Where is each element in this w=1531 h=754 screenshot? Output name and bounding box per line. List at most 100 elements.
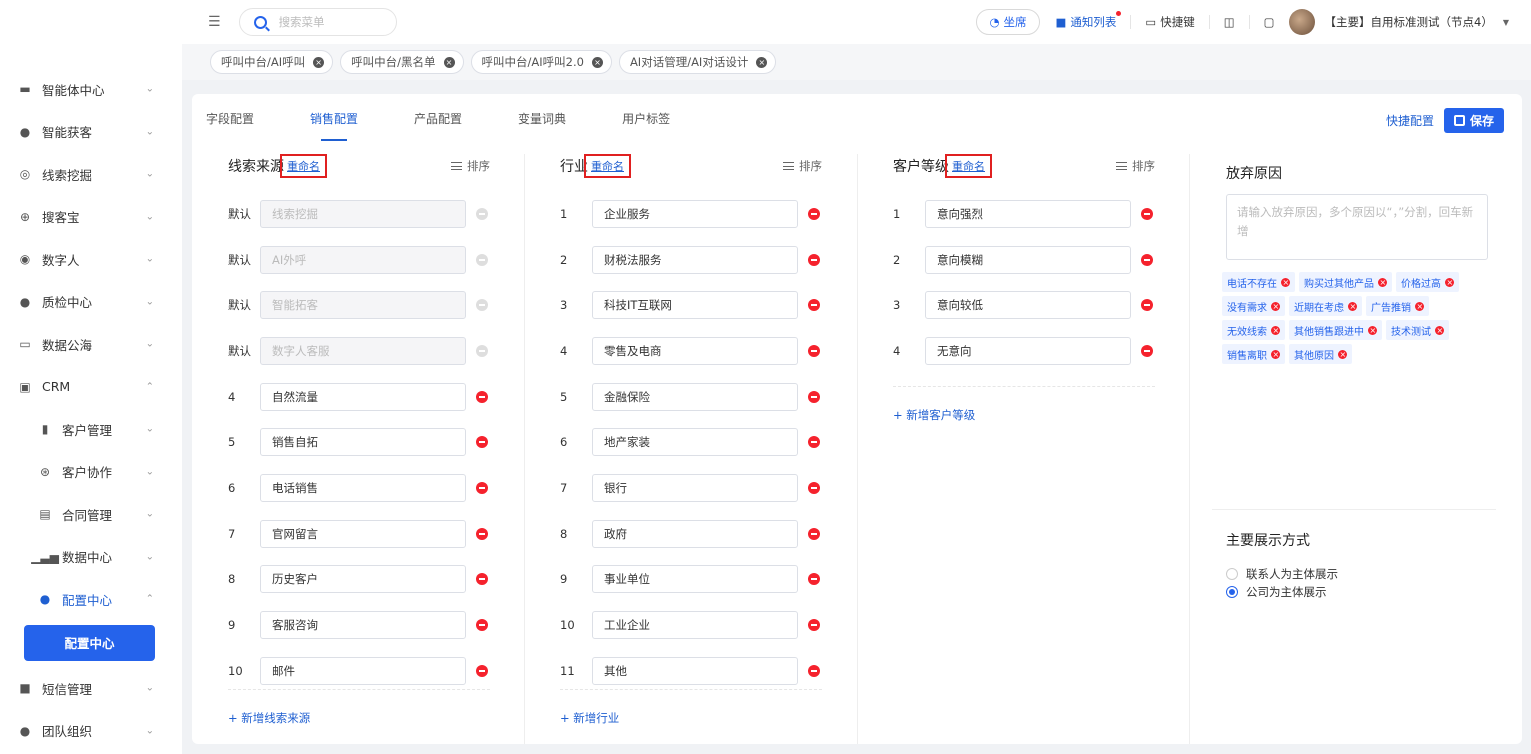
row-value-input[interactable]: 客服咨询	[260, 611, 466, 640]
row-value-input[interactable]: 银行	[592, 473, 798, 502]
remove-icon[interactable]	[476, 436, 488, 449]
row-value-input[interactable]: 金融保险	[592, 382, 798, 411]
nav-item-digital-human[interactable]: ◉ 数字人 ⌄	[0, 238, 182, 281]
remove-icon[interactable]	[1141, 344, 1153, 357]
remove-icon[interactable]	[476, 664, 488, 677]
row-value-input[interactable]: 官网留言	[260, 519, 466, 548]
row-value-input[interactable]: 历史客户	[260, 565, 466, 594]
seat-button[interactable]: ◔ 坐席	[976, 9, 1040, 35]
radio-button[interactable]	[1226, 568, 1238, 580]
add-lead-source-link[interactable]: + 新增线索来源	[228, 710, 310, 726]
nav-leaf-config-center[interactable]: 配置中心	[24, 624, 155, 661]
remove-icon[interactable]	[808, 253, 820, 266]
close-icon[interactable]	[1271, 349, 1280, 359]
row-value-input[interactable]: 科技IT互联网	[592, 291, 798, 320]
sort-button[interactable]: 排序	[783, 158, 822, 174]
shortcut-link[interactable]: ▭ 快捷键	[1145, 14, 1194, 30]
row-value-input[interactable]: 销售自拓	[260, 428, 466, 457]
nav-item-data-center[interactable]: ▁▃▅ 数据中心 ⌄	[0, 536, 182, 579]
tab-sales-config[interactable]: 销售配置	[310, 110, 358, 141]
remove-icon[interactable]	[808, 299, 820, 312]
remove-icon[interactable]	[808, 390, 820, 403]
row-value-input[interactable]: 无意向	[925, 336, 1131, 365]
close-icon[interactable]	[1378, 277, 1387, 287]
row-value-input[interactable]: 自然流量	[260, 382, 466, 411]
close-icon[interactable]	[1281, 277, 1290, 287]
remove-icon[interactable]	[808, 573, 820, 586]
nav-item-data-pool[interactable]: ▭ 数据公海 ⌄	[0, 323, 182, 366]
row-value-input[interactable]: 企业服务	[592, 199, 798, 228]
row-value-input[interactable]: 电话销售	[260, 473, 466, 502]
close-icon[interactable]	[1415, 301, 1424, 311]
page-tab-ai-dialog-design[interactable]: AI对话管理/AI对话设计 ×	[618, 50, 777, 74]
add-industry-link[interactable]: + 新增行业	[560, 710, 619, 726]
notice-list-link[interactable]: ■ 通知列表	[1056, 11, 1122, 30]
abandon-reason-input[interactable]: 请输入放弃原因，多个原因以“，”分割，回车新增	[1226, 194, 1488, 260]
close-icon[interactable]: ×	[756, 56, 768, 68]
remove-icon[interactable]	[1141, 299, 1153, 312]
radio-company-display[interactable]: 公司为主体展示	[1226, 584, 1327, 600]
save-button[interactable]: 保存	[1443, 108, 1504, 133]
tab-field-config[interactable]: 字段配置	[206, 110, 254, 141]
radio-button[interactable]	[1226, 586, 1238, 598]
remove-icon[interactable]	[476, 573, 488, 586]
screen-icon[interactable]: ◫	[1224, 15, 1235, 29]
nav-item-agent-center[interactable]: ▬ 智能体中心 ⌄	[0, 68, 182, 111]
remove-icon[interactable]	[808, 436, 820, 449]
add-customer-level-link[interactable]: + 新增客户等级	[893, 407, 975, 423]
row-value-input[interactable]: 零售及电商	[592, 336, 798, 365]
nav-item-smart-acquire[interactable]: ● 智能获客 ⌄	[0, 111, 182, 154]
close-icon[interactable]	[1271, 301, 1280, 311]
sort-button[interactable]: 排序	[1116, 158, 1155, 174]
remove-icon[interactable]	[476, 481, 488, 494]
caret-down-icon[interactable]: ▼	[1503, 18, 1509, 27]
nav-item-qc-center[interactable]: ● 质检中心 ⌄	[0, 281, 182, 324]
page-tab-ai-call-2[interactable]: 呼叫中台/AI呼叫2.0 ×	[470, 50, 612, 74]
close-icon[interactable]	[1368, 325, 1377, 335]
sort-button[interactable]: 排序	[451, 158, 490, 174]
row-value-input[interactable]: 意向较低	[925, 291, 1131, 320]
close-icon[interactable]	[1338, 349, 1347, 359]
row-value-input[interactable]: 政府	[592, 519, 798, 548]
close-icon[interactable]: ×	[443, 56, 455, 68]
close-icon[interactable]: ×	[591, 56, 603, 68]
nav-item-customer-mgmt[interactable]: ▮ 客户管理 ⌄	[0, 408, 182, 451]
page-tab-ai-call[interactable]: 呼叫中台/AI呼叫 ×	[210, 50, 334, 74]
radio-contact-display[interactable]: 联系人为主体展示	[1226, 566, 1338, 582]
rename-link[interactable]: 重命名	[584, 154, 631, 178]
close-icon[interactable]	[1348, 301, 1357, 311]
row-value-input[interactable]: 其他	[592, 656, 798, 685]
row-value-input[interactable]: 地产家装	[592, 428, 798, 457]
menu-fold-icon[interactable]: ☰	[208, 14, 221, 30]
row-value-input[interactable]: 意向强烈	[925, 199, 1131, 228]
remove-icon[interactable]	[1141, 253, 1153, 266]
remove-icon[interactable]	[476, 619, 488, 632]
remove-icon[interactable]	[808, 664, 820, 677]
close-icon[interactable]	[1445, 277, 1454, 287]
row-value-input[interactable]: 邮件	[260, 656, 466, 685]
remove-icon[interactable]	[808, 527, 820, 540]
remove-icon[interactable]	[476, 390, 488, 403]
close-icon[interactable]: ×	[313, 56, 325, 68]
tab-product-config[interactable]: 产品配置	[414, 110, 462, 141]
nav-item-crm[interactable]: ▣ CRM ⌃	[0, 366, 182, 409]
tab-user-tags[interactable]: 用户标签	[622, 110, 670, 141]
quick-config-link[interactable]: 快捷配置	[1386, 112, 1434, 129]
search-input[interactable]: 搜索菜单	[238, 8, 397, 36]
avatar[interactable]	[1288, 9, 1315, 35]
nav-item-customer-collab[interactable]: ⊛ 客户协作 ⌄	[0, 451, 182, 494]
nav-item-lead-mining[interactable]: ◎ 线索挖掘 ⌄	[0, 153, 182, 196]
close-icon[interactable]	[1435, 325, 1444, 335]
remove-icon[interactable]	[808, 481, 820, 494]
nav-item-sokebao[interactable]: ⊕ 搜客宝 ⌄	[0, 196, 182, 239]
remove-icon[interactable]	[808, 344, 820, 357]
nav-item-sms-mgmt[interactable]: ■ 短信管理 ⌄	[0, 667, 182, 710]
row-value-input[interactable]: 事业单位	[592, 565, 798, 594]
rename-link[interactable]: 重命名	[280, 154, 327, 178]
screenshot-icon[interactable]: ▢	[1264, 15, 1275, 29]
page-tab-blacklist[interactable]: 呼叫中台/黑名单 ×	[340, 50, 464, 74]
row-value-input[interactable]: 财税法服务	[592, 245, 798, 274]
nav-item-contract-mgmt[interactable]: ▤ 合同管理 ⌄	[0, 493, 182, 536]
user-name[interactable]: 【主要】自用标准测试（节点4）	[1325, 14, 1493, 30]
nav-item-team-org[interactable]: ● 团队组织 ⌄	[0, 710, 182, 753]
